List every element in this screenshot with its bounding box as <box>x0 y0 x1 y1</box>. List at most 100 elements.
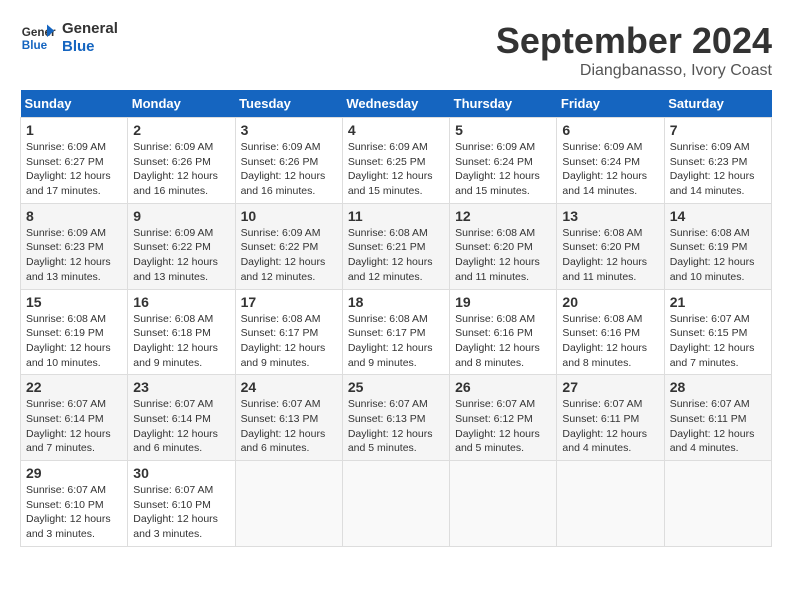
calendar-day-cell: 29 Sunrise: 6:07 AM Sunset: 6:10 PM Dayl… <box>21 461 128 547</box>
calendar-day-cell: 20 Sunrise: 6:08 AM Sunset: 6:16 PM Dayl… <box>557 289 664 375</box>
daylight-text: Daylight: 12 hours and 16 minutes. <box>241 170 326 197</box>
header-day-thursday: Thursday <box>450 90 557 118</box>
day-info: Sunrise: 6:07 AM Sunset: 6:13 PM Dayligh… <box>348 397 444 456</box>
sunset-text: Sunset: 6:27 PM <box>26 156 104 168</box>
day-number: 3 <box>241 122 337 138</box>
sunrise-text: Sunrise: 6:07 AM <box>241 398 321 410</box>
svg-text:Blue: Blue <box>22 39 48 52</box>
calendar-day-cell <box>557 461 664 547</box>
day-info: Sunrise: 6:08 AM Sunset: 6:18 PM Dayligh… <box>133 312 229 371</box>
calendar-day-cell: 3 Sunrise: 6:09 AM Sunset: 6:26 PM Dayli… <box>235 118 342 204</box>
sunrise-text: Sunrise: 6:07 AM <box>133 484 213 496</box>
calendar-week-row: 15 Sunrise: 6:08 AM Sunset: 6:19 PM Dayl… <box>21 289 772 375</box>
calendar-day-cell: 10 Sunrise: 6:09 AM Sunset: 6:22 PM Dayl… <box>235 203 342 289</box>
calendar-day-cell: 25 Sunrise: 6:07 AM Sunset: 6:13 PM Dayl… <box>342 375 449 461</box>
daylight-text: Daylight: 12 hours and 10 minutes. <box>670 256 755 283</box>
day-number: 22 <box>26 379 122 395</box>
calendar-day-cell: 16 Sunrise: 6:08 AM Sunset: 6:18 PM Dayl… <box>128 289 235 375</box>
sunrise-text: Sunrise: 6:08 AM <box>241 313 321 325</box>
day-number: 4 <box>348 122 444 138</box>
sunset-text: Sunset: 6:18 PM <box>133 327 211 339</box>
sunrise-text: Sunrise: 6:09 AM <box>348 141 428 153</box>
title-block: September 2024 Diangbanasso, Ivory Coast <box>496 20 772 80</box>
calendar-header-row: SundayMondayTuesdayWednesdayThursdayFrid… <box>21 90 772 118</box>
sunrise-text: Sunrise: 6:08 AM <box>670 227 750 239</box>
calendar-day-cell <box>450 461 557 547</box>
day-number: 7 <box>670 122 766 138</box>
logo-icon: General Blue <box>20 20 56 56</box>
day-info: Sunrise: 6:09 AM Sunset: 6:22 PM Dayligh… <box>133 226 229 285</box>
day-number: 2 <box>133 122 229 138</box>
day-number: 5 <box>455 122 551 138</box>
sunset-text: Sunset: 6:22 PM <box>133 241 211 253</box>
sunset-text: Sunset: 6:19 PM <box>670 241 748 253</box>
daylight-text: Daylight: 12 hours and 7 minutes. <box>26 428 111 455</box>
sunrise-text: Sunrise: 6:07 AM <box>133 398 213 410</box>
calendar-body: 1 Sunrise: 6:09 AM Sunset: 6:27 PM Dayli… <box>21 118 772 547</box>
daylight-text: Daylight: 12 hours and 5 minutes. <box>455 428 540 455</box>
sunrise-text: Sunrise: 6:07 AM <box>670 313 750 325</box>
calendar-week-row: 8 Sunrise: 6:09 AM Sunset: 6:23 PM Dayli… <box>21 203 772 289</box>
sunset-text: Sunset: 6:23 PM <box>670 156 748 168</box>
day-number: 13 <box>562 208 658 224</box>
daylight-text: Daylight: 12 hours and 8 minutes. <box>562 342 647 369</box>
sunrise-text: Sunrise: 6:08 AM <box>562 313 642 325</box>
daylight-text: Daylight: 12 hours and 3 minutes. <box>26 513 111 540</box>
logo-line1: General <box>62 20 118 38</box>
daylight-text: Daylight: 12 hours and 17 minutes. <box>26 170 111 197</box>
sunset-text: Sunset: 6:11 PM <box>562 413 639 425</box>
calendar-day-cell: 19 Sunrise: 6:08 AM Sunset: 6:16 PM Dayl… <box>450 289 557 375</box>
sunset-text: Sunset: 6:13 PM <box>241 413 319 425</box>
day-info: Sunrise: 6:07 AM Sunset: 6:12 PM Dayligh… <box>455 397 551 456</box>
day-number: 15 <box>26 294 122 310</box>
day-number: 29 <box>26 465 122 481</box>
day-number: 17 <box>241 294 337 310</box>
sunrise-text: Sunrise: 6:09 AM <box>133 227 213 239</box>
sunset-text: Sunset: 6:24 PM <box>562 156 640 168</box>
sunset-text: Sunset: 6:13 PM <box>348 413 426 425</box>
header-day-sunday: Sunday <box>21 90 128 118</box>
day-info: Sunrise: 6:09 AM Sunset: 6:26 PM Dayligh… <box>133 140 229 199</box>
day-number: 14 <box>670 208 766 224</box>
sunset-text: Sunset: 6:16 PM <box>455 327 533 339</box>
day-info: Sunrise: 6:08 AM Sunset: 6:16 PM Dayligh… <box>562 312 658 371</box>
daylight-text: Daylight: 12 hours and 15 minutes. <box>348 170 433 197</box>
sunset-text: Sunset: 6:10 PM <box>133 499 211 511</box>
day-number: 24 <box>241 379 337 395</box>
day-number: 27 <box>562 379 658 395</box>
day-number: 12 <box>455 208 551 224</box>
calendar-day-cell: 6 Sunrise: 6:09 AM Sunset: 6:24 PM Dayli… <box>557 118 664 204</box>
daylight-text: Daylight: 12 hours and 16 minutes. <box>133 170 218 197</box>
header-day-tuesday: Tuesday <box>235 90 342 118</box>
day-number: 18 <box>348 294 444 310</box>
day-info: Sunrise: 6:07 AM Sunset: 6:14 PM Dayligh… <box>26 397 122 456</box>
sunset-text: Sunset: 6:26 PM <box>241 156 319 168</box>
day-info: Sunrise: 6:08 AM Sunset: 6:19 PM Dayligh… <box>26 312 122 371</box>
header-day-friday: Friday <box>557 90 664 118</box>
day-info: Sunrise: 6:08 AM Sunset: 6:17 PM Dayligh… <box>348 312 444 371</box>
day-info: Sunrise: 6:08 AM Sunset: 6:21 PM Dayligh… <box>348 226 444 285</box>
day-info: Sunrise: 6:09 AM Sunset: 6:25 PM Dayligh… <box>348 140 444 199</box>
calendar-day-cell: 24 Sunrise: 6:07 AM Sunset: 6:13 PM Dayl… <box>235 375 342 461</box>
sunrise-text: Sunrise: 6:07 AM <box>562 398 642 410</box>
logo: General Blue General Blue <box>20 20 118 56</box>
header-day-saturday: Saturday <box>664 90 771 118</box>
calendar-day-cell: 2 Sunrise: 6:09 AM Sunset: 6:26 PM Dayli… <box>128 118 235 204</box>
daylight-text: Daylight: 12 hours and 6 minutes. <box>133 428 218 455</box>
calendar-day-cell <box>235 461 342 547</box>
sunrise-text: Sunrise: 6:07 AM <box>348 398 428 410</box>
sunset-text: Sunset: 6:23 PM <box>26 241 104 253</box>
sunrise-text: Sunrise: 6:09 AM <box>455 141 535 153</box>
daylight-text: Daylight: 12 hours and 8 minutes. <box>455 342 540 369</box>
day-info: Sunrise: 6:09 AM Sunset: 6:23 PM Dayligh… <box>26 226 122 285</box>
sunset-text: Sunset: 6:22 PM <box>241 241 319 253</box>
sunset-text: Sunset: 6:11 PM <box>670 413 747 425</box>
day-info: Sunrise: 6:09 AM Sunset: 6:22 PM Dayligh… <box>241 226 337 285</box>
sunset-text: Sunset: 6:15 PM <box>670 327 748 339</box>
day-info: Sunrise: 6:07 AM Sunset: 6:11 PM Dayligh… <box>562 397 658 456</box>
location-subtitle: Diangbanasso, Ivory Coast <box>496 62 772 80</box>
calendar-day-cell <box>664 461 771 547</box>
calendar-table: SundayMondayTuesdayWednesdayThursdayFrid… <box>20 90 772 547</box>
day-number: 21 <box>670 294 766 310</box>
sunrise-text: Sunrise: 6:08 AM <box>26 313 106 325</box>
